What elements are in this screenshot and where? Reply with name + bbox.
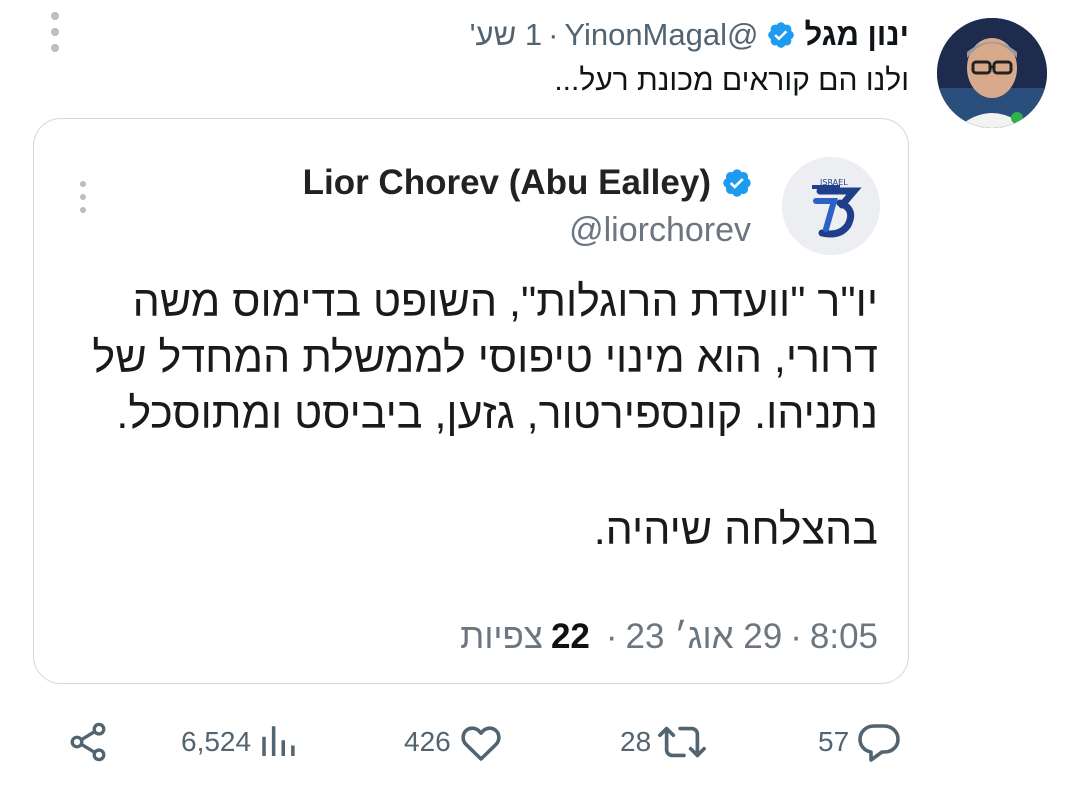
tweet-header: ינון מגל @YinonMagal · 1 שע' — [470, 16, 909, 54]
meta-separator: · — [790, 617, 802, 656]
quoted-author-handle: @liorchorev — [569, 211, 751, 249]
quoted-tweet-body: יו"ר "וועדת הרוגלות", השופט בדימוס משה ד… — [58, 274, 878, 558]
quoted-verified-badge-icon — [723, 169, 751, 197]
author-avatar-image — [937, 18, 1047, 128]
quoted-body-line: נתניהו. קונספירטור, גזען, ביביסט ומתוסכל… — [116, 390, 878, 438]
reply-count: 57 — [818, 726, 850, 757]
quoted-views-count: 22 — [550, 617, 590, 656]
author-name[interactable]: ינון מגל — [804, 17, 909, 53]
meta-separator: · — [605, 617, 618, 656]
verified-badge-icon — [768, 22, 795, 48]
share-icon — [70, 722, 106, 762]
quoted-more-options-icon — [76, 181, 90, 213]
quoted-body-line: דרורי, הוא מינוי טיפוסי לממשלת המחדל של — [92, 334, 878, 382]
quoted-tweet-card[interactable]: ISRAEL Lior Chorev (Abu Ealley) @liorcho… — [33, 118, 909, 684]
retweet-button[interactable]: 28 — [620, 712, 707, 772]
quoted-views-label: צפיות — [460, 617, 543, 656]
quoted-date: 29 אוג׳ 23 — [625, 617, 783, 656]
author-avatar[interactable] — [937, 18, 1047, 128]
like-count: 426 — [404, 726, 451, 757]
quoted-author-name: Lior Chorev (Abu Ealley) — [302, 163, 711, 202]
quoted-tweet-meta: 8:05 · 29 אוג׳ 23 · 22 צפיות — [460, 617, 878, 657]
quoted-author-name-row: Lior Chorev (Abu Ealley) — [303, 163, 753, 203]
tweet-text: ולנו הם קוראים מכונת רעל... — [554, 64, 909, 97]
views-count: 6,524 — [181, 726, 252, 757]
retweet-count: 28 — [620, 726, 652, 757]
tweet-time[interactable]: 1 שע' — [470, 17, 542, 53]
quoted-body-spacer — [58, 442, 878, 502]
views-button[interactable]: 6,524 — [181, 712, 299, 772]
header-separator: · — [548, 17, 559, 52]
quoted-body-closing: בהצלחה שיהיה. — [593, 506, 878, 554]
quoted-time: 8:05 — [809, 617, 878, 656]
reply-button[interactable]: 57 — [818, 712, 903, 772]
tweet-action-bar: 6,524 426 28 57 — [0, 712, 1080, 772]
quoted-body-line: יו"ר "וועדת הרוגלות", השופט בדימוס משה — [132, 278, 878, 326]
reply-icon — [858, 724, 900, 762]
heart-icon — [461, 726, 501, 761]
like-button[interactable]: 426 — [404, 712, 505, 772]
more-options-icon[interactable] — [44, 12, 66, 52]
share-button[interactable] — [66, 712, 110, 772]
svg-text:ISRAEL: ISRAEL — [820, 178, 848, 187]
quoted-author-avatar: ISRAEL — [782, 157, 880, 255]
author-handle[interactable]: @YinonMagal — [564, 17, 758, 53]
retweet-icon — [658, 726, 707, 758]
israel-75-logo-icon: ISRAEL — [782, 157, 880, 255]
views-chart-icon — [262, 726, 295, 756]
